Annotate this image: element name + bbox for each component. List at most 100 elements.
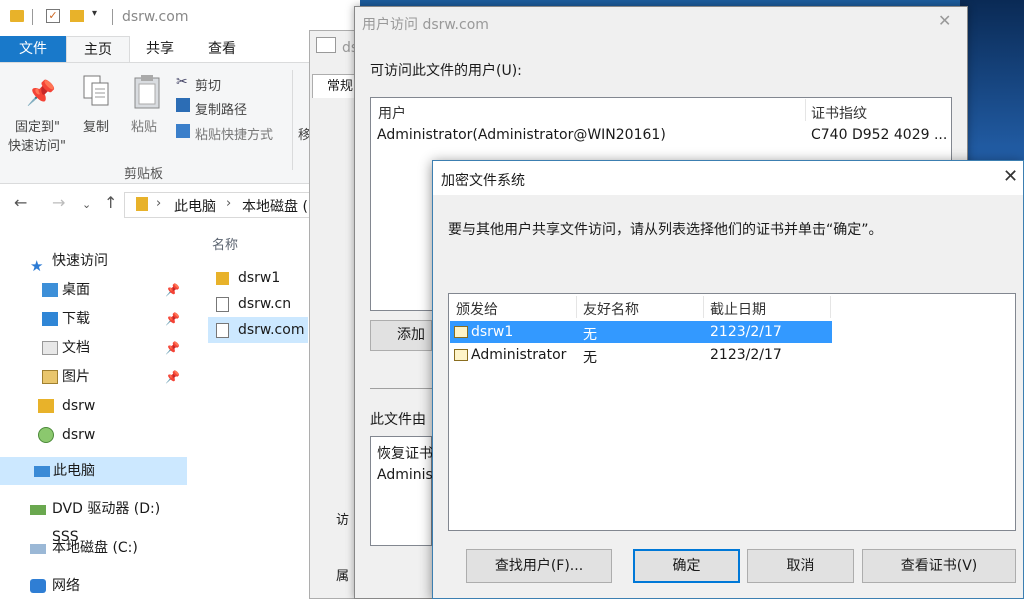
properties-check-icon[interactable]: ✓ (46, 9, 60, 23)
divider (112, 9, 113, 25)
folder-icon (136, 197, 148, 211)
clipboard-icon[interactable] (133, 74, 161, 110)
thumbprint-cell[interactable]: C740 D952 4029 ... (811, 127, 947, 143)
properties-label-partial: 属 (336, 569, 350, 584)
find-user-button[interactable]: 查找用户(F)... (466, 549, 612, 583)
copy-icon[interactable] (82, 74, 112, 108)
sidebar-item-dsrw-network[interactable]: dsrw (20, 421, 186, 449)
folder-icon (216, 272, 229, 285)
pin-icon[interactable]: 📌 (165, 334, 180, 362)
recovery-cert-cell[interactable]: Adminis (377, 467, 433, 483)
view-certificate-button[interactable]: 查看证书(V) (862, 549, 1016, 583)
sidebar-item-documents[interactable]: 文档 📌 (20, 334, 186, 362)
back-arrow-icon[interactable]: ← (14, 193, 27, 212)
network-icon (30, 579, 46, 593)
close-icon[interactable]: ✕ (938, 11, 951, 30)
list-item[interactable]: dsrw.cn (208, 291, 308, 317)
divider (292, 70, 293, 170)
sidebar-item-local-disk[interactable]: 本地磁盘 (C:) (20, 534, 186, 562)
add-button[interactable]: 添加 (370, 320, 432, 351)
desktop-folder-icon (42, 283, 58, 297)
divider (805, 99, 806, 121)
disk-icon (30, 544, 46, 554)
issued-to-cell[interactable]: dsrw1 (471, 324, 513, 340)
scissors-icon[interactable]: ✂ (176, 74, 188, 90)
documents-folder-icon (42, 341, 58, 355)
list-item-selected[interactable]: dsrw.com (208, 317, 308, 343)
tab-file[interactable]: 文件 (0, 36, 66, 62)
star-icon: ★ (30, 257, 44, 275)
ok-button[interactable]: 确定 (633, 549, 740, 583)
sidebar-item-dvd-drive[interactable]: DVD 驱动器 (D:) SSS (20, 495, 186, 545)
folder-icon (10, 10, 24, 22)
pin-icon[interactable]: 📌 (26, 80, 56, 106)
issued-to-cell[interactable]: Administrator (471, 347, 566, 363)
chevron-right-icon[interactable]: › (226, 196, 231, 211)
forward-arrow-icon[interactable]: → (52, 193, 65, 212)
folder-icon (38, 399, 54, 413)
pin-icon[interactable]: 📌 (165, 276, 180, 304)
downloads-folder-icon (42, 312, 58, 326)
close-icon[interactable]: ✕ (1003, 166, 1018, 187)
friendly-name-cell[interactable]: 无 (583, 347, 597, 367)
column-header-user[interactable]: 用户 (378, 103, 406, 123)
clipboard-group-label: 剪贴板 (124, 167, 164, 182)
column-header-expiry[interactable]: 截止日期 (710, 299, 766, 319)
tab-view[interactable]: 查看 (192, 36, 252, 62)
paste-button[interactable]: 粘贴 (131, 116, 157, 135)
divider (830, 296, 831, 318)
paste-shortcut-icon[interactable] (176, 124, 190, 138)
sidebar-item-dsrw[interactable]: dsrw (20, 392, 186, 420)
expiry-cell[interactable]: 2123/2/17 (710, 347, 782, 363)
dvd-drive-icon (30, 505, 46, 515)
sidebar-item-desktop[interactable]: 桌面 📌 (20, 276, 186, 304)
breadcrumb-this-pc[interactable]: 此电脑 (174, 196, 216, 216)
divider (576, 296, 577, 318)
tab-home[interactable]: 主页 (66, 36, 130, 62)
column-header-issued-to[interactable]: 颁发给 (456, 299, 498, 319)
friendly-name-cell[interactable]: 无 (583, 324, 597, 344)
sidebar-item-quick-access[interactable]: ★ 快速访问 (20, 247, 186, 275)
properties-label-partial: 访 (336, 513, 350, 528)
sidebar-item-network[interactable]: 网络 (20, 572, 186, 599)
divider (32, 9, 33, 25)
copy-path-button[interactable]: 复制路径 (195, 99, 247, 118)
sidebar-item-pictures[interactable]: 图片 📌 (20, 363, 186, 391)
divider (370, 388, 432, 389)
certificate-icon (454, 349, 468, 361)
pin-to-quick-access-label-1[interactable]: 固定到" (15, 116, 60, 135)
sidebar-item-this-pc[interactable]: 此电脑 (0, 457, 187, 485)
new-folder-icon[interactable] (70, 10, 84, 22)
list-item[interactable]: dsrw1 (208, 265, 308, 291)
users-list-label: 可访问此文件的用户(U): (370, 63, 522, 79)
chevron-right-icon[interactable]: › (156, 196, 161, 211)
chevron-down-icon[interactable]: ▾ (92, 8, 97, 19)
up-arrow-icon[interactable]: ↑ (104, 193, 117, 212)
column-header-thumbprint[interactable]: 证书指纹 (811, 103, 867, 123)
cancel-button[interactable]: 取消 (747, 549, 854, 583)
tab-general[interactable]: 常规 (312, 74, 356, 98)
column-header-recovery-cert[interactable]: 恢复证书 (377, 443, 433, 463)
copy-button[interactable]: 复制 (83, 116, 109, 135)
user-cell[interactable]: Administrator(Administrator@WIN20161) (377, 127, 666, 143)
file-icon (216, 323, 229, 338)
dialog-title: 加密文件系统 (441, 173, 525, 189)
expiry-cell[interactable]: 2123/2/17 (710, 324, 782, 340)
pin-icon[interactable]: 📌 (165, 305, 180, 333)
network-folder-icon (38, 427, 54, 443)
pin-icon[interactable]: 📌 (165, 363, 180, 391)
sidebar-item-downloads[interactable]: 下载 📌 (20, 305, 186, 333)
recent-locations-chevron-icon[interactable]: ⌄ (82, 198, 91, 211)
column-header-name[interactable]: 名称 (212, 234, 238, 253)
window-title: dsrw.com (122, 9, 189, 25)
pictures-folder-icon (42, 370, 58, 384)
tab-share[interactable]: 共享 (130, 36, 190, 62)
copy-path-icon[interactable] (176, 98, 190, 112)
breadcrumb-local-disk[interactable]: 本地磁盘 ( (242, 196, 308, 216)
paste-shortcut-button[interactable]: 粘贴快捷方式 (195, 124, 273, 143)
pin-to-quick-access-label-2[interactable]: 快速访问" (8, 135, 66, 154)
cut-button[interactable]: 剪切 (195, 75, 221, 94)
certificate-icon (454, 326, 468, 338)
divider (703, 296, 704, 318)
column-header-friendly-name[interactable]: 友好名称 (583, 299, 639, 319)
